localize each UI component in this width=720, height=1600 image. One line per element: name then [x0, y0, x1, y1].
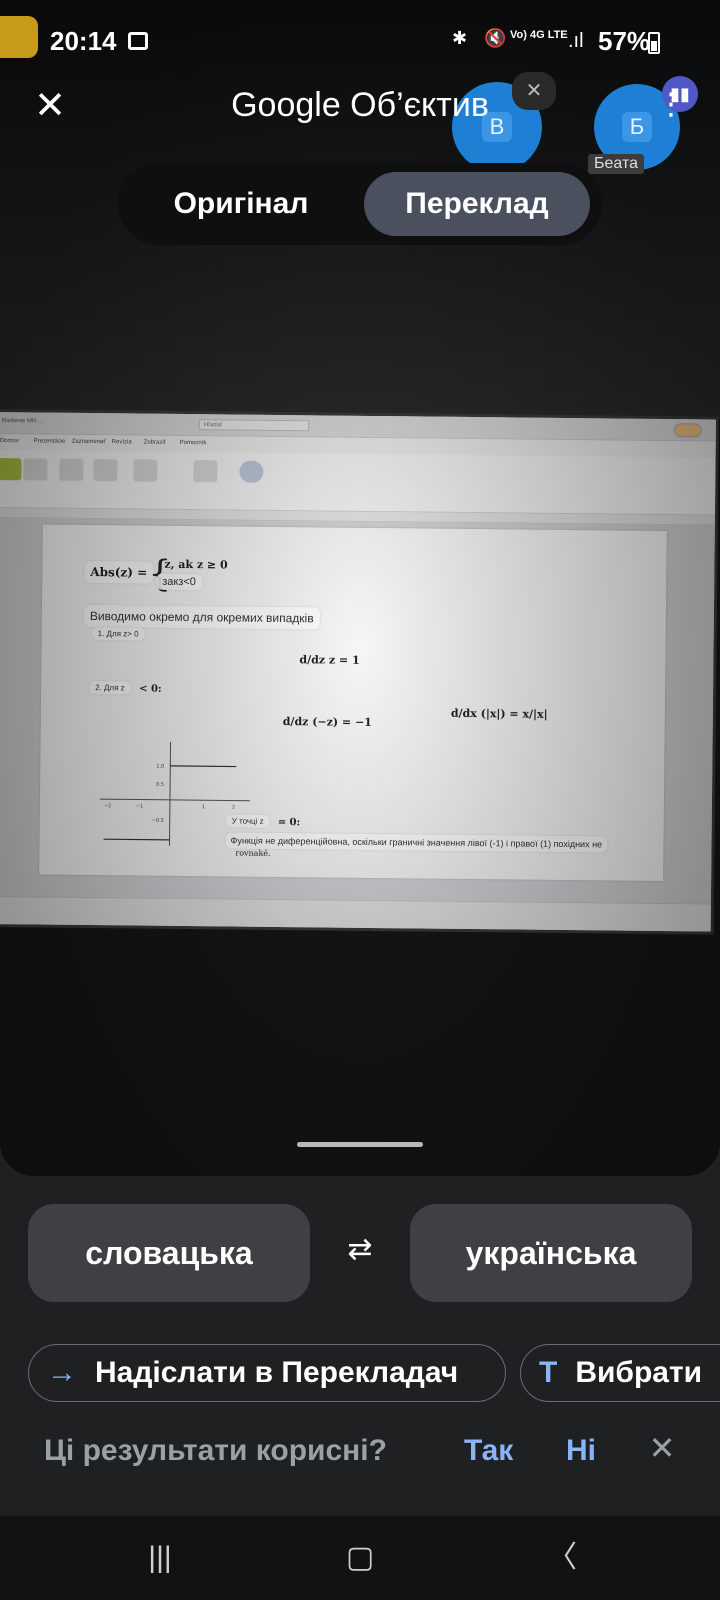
- source-language-button[interactable]: словацька: [28, 1204, 310, 1302]
- point-condition: = 0:: [277, 816, 301, 829]
- svg-text:−1: −1: [136, 804, 143, 810]
- derive-separately-text: Виводимо окремо для окремих випадків: [83, 604, 320, 630]
- svg-text:−2: −2: [104, 803, 111, 809]
- svg-text:1: 1: [202, 804, 205, 810]
- status-bar: 20:14 ✱ 🔇 Vo) 4G LTE .ıl 57%: [0, 0, 720, 82]
- system-navigation-bar: ||| ▢ 〈: [0, 1516, 720, 1600]
- case-negative-chip: закз<0: [156, 573, 203, 591]
- bottom-sheet-handle[interactable]: [297, 1142, 423, 1147]
- conclusion-text: Функція не диференційовна, оскільки гран…: [225, 832, 608, 853]
- case-positive: z, ak z ≥ 0: [164, 557, 228, 572]
- battery-icon: [648, 32, 660, 54]
- svg-text:2: 2: [232, 805, 235, 811]
- abs-formula-chip: Abs(z) =: [84, 560, 154, 584]
- swap-languages-icon[interactable]: ⇄: [338, 1228, 382, 1272]
- window-user-avatar: [673, 423, 702, 438]
- svg-text:1.0: 1.0: [156, 764, 164, 770]
- tab-original[interactable]: Оригінал: [132, 172, 350, 236]
- tab-translate[interactable]: Переклад: [364, 172, 590, 236]
- send-to-translate-label: Надіслати в Перекладач: [95, 1356, 459, 1389]
- status-time: 20:14: [50, 26, 117, 56]
- point-label-chip: У точці z: [225, 814, 270, 828]
- derivative-z: d/dz z = 1: [299, 653, 360, 667]
- case1-chip: 1. Для z> 0: [91, 627, 145, 641]
- derivative-negz: d/dz (−z) = −1: [282, 715, 372, 729]
- conclusion-tail: rovnaké.: [235, 848, 271, 858]
- app-title: Google Об’єктив: [231, 86, 489, 124]
- select-text-button[interactable]: T Вибрати: [520, 1344, 720, 1402]
- target-language-button[interactable]: українська: [410, 1204, 692, 1302]
- recent-apps-icon[interactable]: |||: [130, 1536, 190, 1580]
- select-text-label: Вибрати: [575, 1356, 703, 1389]
- participant-beata-name: Беата: [588, 154, 644, 174]
- mode-toggle: Оригінал Переклад: [118, 163, 602, 245]
- case2-condition: < 0:: [139, 683, 162, 695]
- signal-icon: .ıl: [568, 30, 584, 52]
- status-icons: ✱ 🔇: [452, 28, 513, 48]
- abs-derivative-plot: 1.0 0.5 −0.5 −2 −1 1 2: [99, 741, 250, 846]
- feedback-yes-button[interactable]: Так: [464, 1434, 513, 1468]
- captured-monitor: Riešenie MN ... Hľadať Domov Prezentácie…: [0, 412, 716, 932]
- word-ribbon: [0, 449, 716, 516]
- window-search: Hľadať: [198, 419, 309, 432]
- svg-text:0.5: 0.5: [156, 782, 164, 788]
- document-page: Abs(z) = { z, ak z ≥ 0 закз<0 Виводимо о…: [39, 524, 667, 882]
- gallery-notification-icon: [128, 32, 148, 50]
- lens-translate-screen: Riešenie MN ... Hľadať Domov Prezentácie…: [0, 0, 720, 1600]
- case2-chip: 2. Для z: [89, 681, 131, 695]
- send-to-translate-button[interactable]: → Надіслати в Перекладач: [28, 1344, 506, 1402]
- more-options-icon[interactable]: ⋮: [656, 86, 686, 126]
- svg-text:−0.5: −0.5: [152, 818, 164, 824]
- back-icon[interactable]: 〈: [532, 1536, 592, 1580]
- network-indicator: Vo) 4G LTE: [510, 29, 568, 41]
- feedback-no-button[interactable]: Ні: [566, 1434, 596, 1468]
- arrow-right-icon: →: [47, 1356, 77, 1389]
- home-icon[interactable]: ▢: [330, 1536, 390, 1580]
- battery-percent: 57%: [598, 26, 651, 56]
- feedback-question: Ці результати корисні?: [44, 1434, 387, 1467]
- text-icon: T: [539, 1356, 558, 1389]
- notification-badge: [0, 16, 38, 58]
- window-title-text: Riešenie MN ...: [1, 418, 43, 425]
- feedback-close-icon[interactable]: ✕: [646, 1428, 678, 1468]
- document-area: Abs(z) = { z, ak z ≥ 0 закз<0 Виводимо о…: [0, 517, 715, 904]
- derivative-absx: d/dx (|x|) = x/|x|: [450, 706, 548, 721]
